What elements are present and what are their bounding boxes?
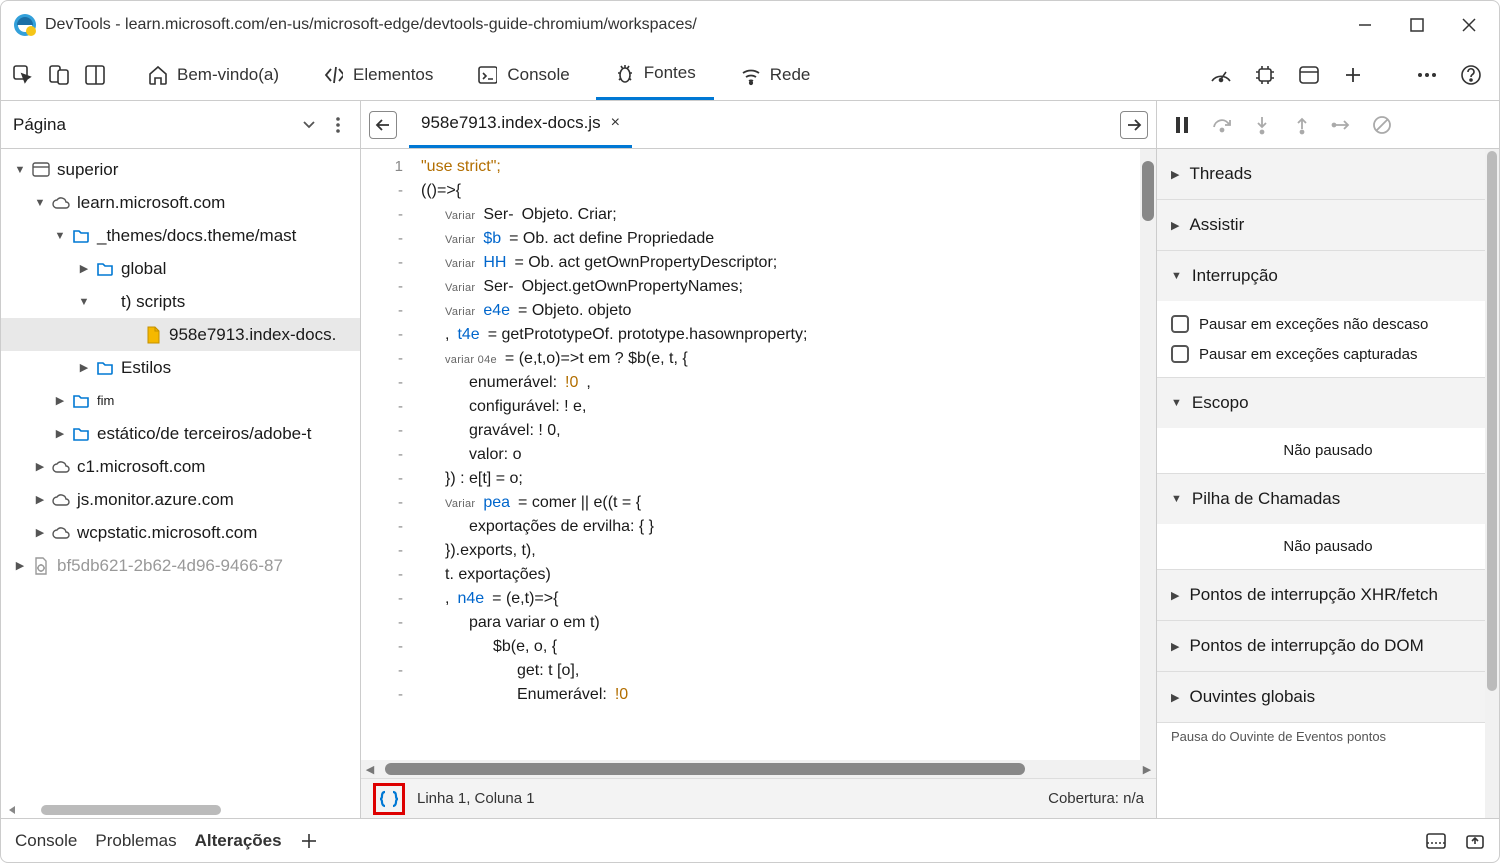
wifi-icon [740, 65, 760, 85]
drawer-bar: Console Problemas Alterações [1, 818, 1499, 862]
drawer-expand-icon[interactable] [1465, 832, 1485, 850]
coverage-info: Cobertura: n/a [1048, 790, 1144, 807]
file-tab[interactable]: 958e7913.index-docs.js × [409, 101, 632, 148]
tab-console-label: Console [507, 65, 569, 85]
chevron-down-icon[interactable] [302, 120, 316, 130]
step-into-icon[interactable] [1251, 114, 1273, 136]
drawer-tab-problems[interactable]: Problemas [95, 831, 176, 851]
editor-panel: 958e7913.index-docs.js × 1--------------… [361, 101, 1157, 818]
section-watch[interactable]: ▶Assistir [1157, 200, 1499, 250]
pause-caught-checkbox[interactable]: Pausar em exceções capturadas [1171, 339, 1485, 369]
inspect-icon[interactable] [9, 61, 37, 89]
minimize-button[interactable] [1355, 15, 1375, 35]
section-xhr[interactable]: ▶Pontos de interrupção XHR/fetch [1157, 570, 1499, 620]
file-tab-label: 958e7913.index-docs.js [421, 113, 601, 133]
close-button[interactable] [1459, 15, 1479, 35]
dock-icon[interactable] [81, 61, 109, 89]
tree-item[interactable]: ▶global [1, 252, 360, 285]
console-icon [477, 65, 497, 85]
debugger-panel: ▶Threads ▶Assistir ▼Interrupção Pausar e… [1157, 101, 1499, 818]
tab-welcome[interactable]: Bem-vindo(a) [129, 49, 297, 100]
tab-welcome-label: Bem-vindo(a) [177, 65, 279, 85]
editor-horizontal-scrollbar[interactable]: ◀▶ [361, 760, 1156, 778]
window-title: DevTools - learn.microsoft.com/en-us/mic… [45, 16, 1355, 34]
code-area[interactable]: "use strict";(()=>{VariarSer- Objeto. Cr… [421, 149, 1156, 760]
vertical-scrollbar[interactable] [1140, 149, 1156, 760]
maximize-button[interactable] [1407, 15, 1427, 35]
tree-item[interactable]: ▶wcpstatic.microsoft.com [1, 516, 360, 549]
step-over-icon[interactable] [1211, 114, 1233, 136]
tree-item[interactable]: ▶Estilos [1, 351, 360, 384]
drawer-add-icon[interactable] [300, 832, 318, 850]
horizontal-scrollbar[interactable] [1, 802, 360, 818]
deactivate-breakpoints-icon[interactable] [1371, 114, 1393, 136]
pretty-print-button[interactable] [373, 783, 405, 815]
file-tree-panel: Página ▼superior▼learn.microsoft.com▼_th… [1, 101, 361, 818]
tree-item[interactable]: ▼learn.microsoft.com [1, 186, 360, 219]
tab-sources[interactable]: Fontes [596, 49, 714, 100]
tree-item[interactable]: ▶fim [1, 384, 360, 417]
home-icon [147, 65, 167, 85]
application-icon[interactable] [1297, 63, 1321, 87]
tree-item[interactable]: ▶estático/de terceiros/adobe-t [1, 417, 360, 450]
cursor-position: Linha 1, Coluna 1 [417, 790, 535, 807]
section-breakpoints[interactable]: ▼Interrupção [1157, 251, 1499, 301]
debugger-scrollbar[interactable] [1485, 149, 1499, 818]
tree-item[interactable]: ▼_themes/docs.theme/mast [1, 219, 360, 252]
section-listeners[interactable]: ▶Ouvintes globais [1157, 672, 1499, 722]
pause-icon[interactable] [1171, 114, 1193, 136]
event-listener-row: Pausa do Ouvinte de Eventospontos [1157, 723, 1499, 750]
section-callstack[interactable]: ▼Pilha de Chamadas [1157, 474, 1499, 524]
line-gutter: 1---------------------- [361, 149, 421, 760]
main-tabs-bar: Bem-vindo(a) Elementos Console Fontes Re… [1, 49, 1499, 101]
memory-icon[interactable] [1253, 63, 1277, 87]
add-tab-icon[interactable] [1341, 63, 1365, 87]
performance-icon[interactable] [1209, 63, 1233, 87]
close-tab-icon[interactable]: × [611, 114, 620, 132]
tree-item[interactable]: ▶bf5db621-2b62-4d96-9466-87 [1, 549, 360, 582]
drawer-dock-icon[interactable] [1425, 832, 1447, 850]
drawer-tab-console[interactable]: Console [15, 831, 77, 851]
drawer-tab-changes[interactable]: Alterações [195, 831, 282, 851]
tab-network[interactable]: Rede [722, 49, 829, 100]
device-toggle-icon[interactable] [45, 61, 73, 89]
pause-uncaught-checkbox[interactable]: Pausar em exceções não descaso [1171, 309, 1485, 339]
more-vertical-icon[interactable] [328, 116, 348, 134]
more-icon[interactable] [1415, 63, 1439, 87]
bug-icon [614, 63, 634, 83]
edge-logo-icon [13, 13, 37, 37]
tab-elements-label: Elementos [353, 65, 433, 85]
file-tree[interactable]: ▼superior▼learn.microsoft.com▼_themes/do… [1, 149, 360, 802]
step-icon[interactable] [1331, 114, 1353, 136]
scope-not-paused: Não pausado [1157, 428, 1499, 473]
tree-item[interactable]: ▼t) scripts [1, 285, 360, 318]
tab-console[interactable]: Console [459, 49, 587, 100]
tab-network-label: Rede [770, 65, 811, 85]
page-tab-label[interactable]: Página [13, 115, 66, 135]
tree-item[interactable]: ▼superior [1, 153, 360, 186]
tree-item[interactable]: ▶c1.microsoft.com [1, 450, 360, 483]
tree-item[interactable]: ▶js.monitor.azure.com [1, 483, 360, 516]
section-threads[interactable]: ▶Threads [1157, 149, 1499, 199]
tab-elements[interactable]: Elementos [305, 49, 451, 100]
titlebar: DevTools - learn.microsoft.com/en-us/mic… [1, 1, 1499, 49]
section-scope[interactable]: ▼Escopo [1157, 378, 1499, 428]
code-icon [323, 65, 343, 85]
nav-back-icon[interactable] [369, 111, 397, 139]
tree-item[interactable]: 958e7913.index-docs. [1, 318, 360, 351]
help-icon[interactable] [1459, 63, 1483, 87]
tab-sources-label: Fontes [644, 63, 696, 83]
callstack-not-paused: Não pausado [1157, 524, 1499, 569]
nav-forward-icon[interactable] [1120, 111, 1148, 139]
section-dom[interactable]: ▶Pontos de interrupção do DOM [1157, 621, 1499, 671]
step-out-icon[interactable] [1291, 114, 1313, 136]
